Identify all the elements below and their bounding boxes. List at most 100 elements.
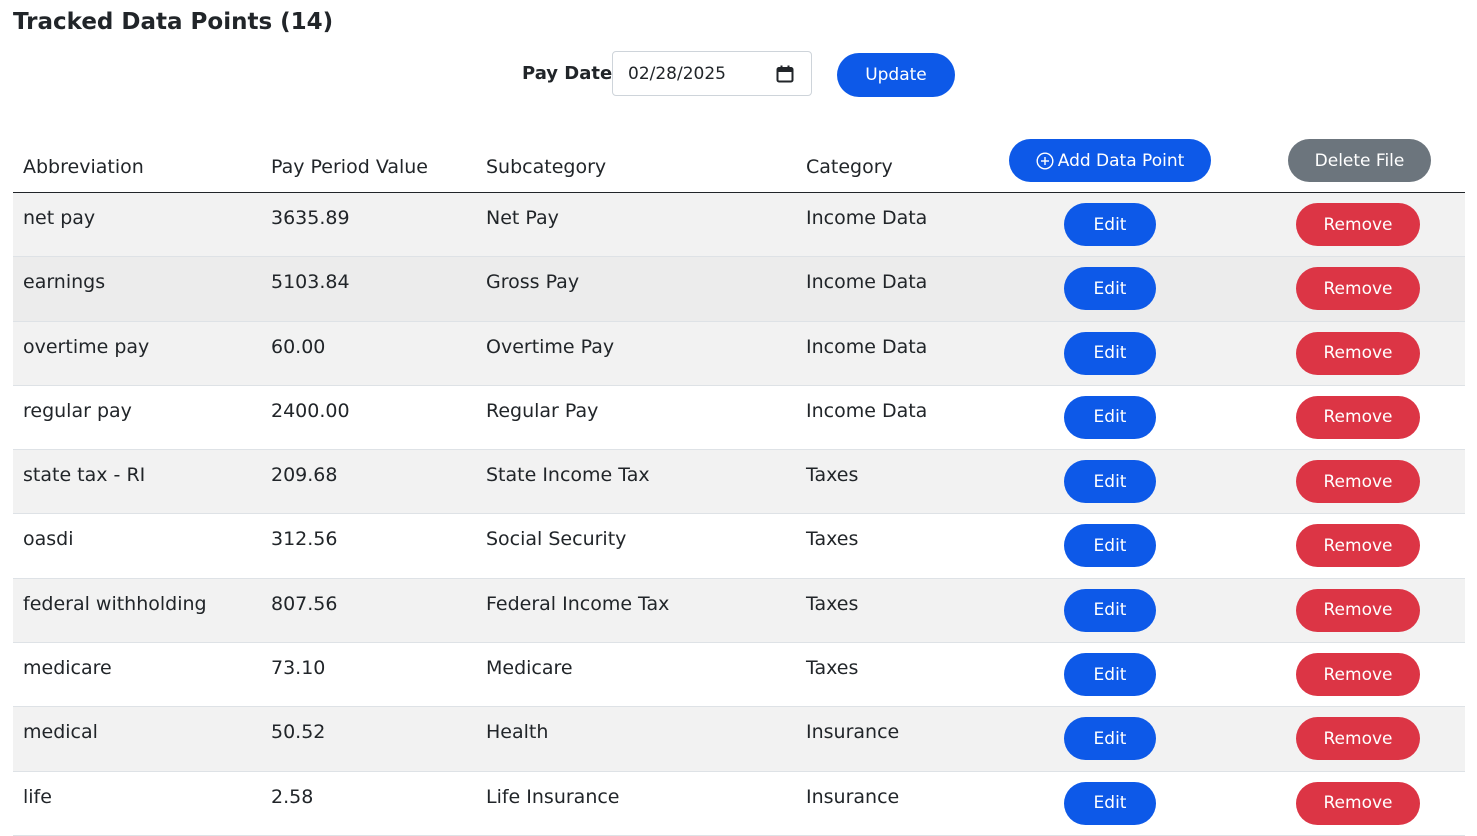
table-row: medicare 73.10 Medicare Taxes Edit Remove xyxy=(13,642,1465,708)
cell-subcategory-text: Social Security xyxy=(486,528,627,551)
cell-pay-period-value: 50.52 xyxy=(261,706,476,772)
delete-file-button[interactable]: Delete File xyxy=(1288,139,1431,182)
cell-subcategory: Overtime Pay xyxy=(476,321,796,386)
cell-subcategory-text: Medicare xyxy=(486,657,573,680)
cell-category: Taxes xyxy=(796,449,999,515)
edit-button[interactable]: Edit xyxy=(1064,653,1156,697)
remove-button[interactable]: Remove xyxy=(1296,653,1420,697)
edit-button[interactable]: Edit xyxy=(1064,717,1156,761)
cell-subcategory: State Income Tax xyxy=(476,449,796,515)
cell-pay-period-value: 73.10 xyxy=(261,642,476,708)
edit-button[interactable]: Edit xyxy=(1064,203,1156,246)
remove-button[interactable]: Remove xyxy=(1296,203,1420,246)
calendar-icon[interactable] xyxy=(776,65,794,83)
column-header-delete: Delete File xyxy=(1226,128,1465,193)
pay-date-label: Pay Date xyxy=(522,63,613,84)
cell-pay-period-value-text: 73.10 xyxy=(271,657,326,680)
page-title: Tracked Data Points (14) xyxy=(13,9,334,35)
cell-subcategory: Regular Pay xyxy=(476,385,796,451)
column-header-category: Category xyxy=(796,128,999,193)
cell-pay-period-value: 312.56 xyxy=(261,513,476,579)
cell-edit: Edit xyxy=(999,578,1226,644)
cell-pay-period-value-text: 807.56 xyxy=(271,592,338,615)
remove-button[interactable]: Remove xyxy=(1296,331,1420,375)
remove-button[interactable]: Remove xyxy=(1296,460,1420,504)
edit-button[interactable]: Edit xyxy=(1064,267,1156,311)
cell-subcategory: Net Pay xyxy=(476,192,796,258)
remove-button[interactable]: Remove xyxy=(1296,524,1420,568)
remove-button[interactable]: Remove xyxy=(1296,717,1420,761)
cell-subcategory-text: Health xyxy=(486,721,549,744)
cell-category: Insurance xyxy=(796,706,999,772)
cell-remove: Remove xyxy=(1226,449,1465,515)
cell-remove: Remove xyxy=(1226,771,1465,836)
pay-date-form: Pay Date 02/28/2025 Update xyxy=(0,51,1477,98)
cell-category-text: Insurance xyxy=(806,785,900,808)
data-points-table: Abbreviation Pay Period Value Subcategor… xyxy=(13,128,1465,836)
table-row: overtime pay 60.00 Overtime Pay Income Data… xyxy=(13,321,1465,386)
table-row: earnings 5103.84 Gross Pay Income Data Edit R… xyxy=(13,256,1465,322)
edit-button[interactable]: Edit xyxy=(1064,395,1156,439)
cell-abbreviation: federal withholding xyxy=(13,578,261,644)
remove-button[interactable]: Remove xyxy=(1296,781,1420,825)
remove-button[interactable]: Remove xyxy=(1296,588,1420,632)
cell-abbreviation-text: regular pay xyxy=(23,399,132,422)
cell-edit: Edit xyxy=(999,256,1226,322)
remove-button[interactable]: Remove xyxy=(1296,395,1420,439)
column-header-pay-period-value: Pay Period Value xyxy=(261,128,476,193)
cell-subcategory: Life Insurance xyxy=(476,771,796,836)
edit-button[interactable]: Edit xyxy=(1064,588,1156,632)
edit-button[interactable]: Edit xyxy=(1064,524,1156,568)
cell-remove: Remove xyxy=(1226,578,1465,644)
cell-category: Income Data xyxy=(796,192,999,258)
cell-category-text: Income Data xyxy=(806,271,928,294)
cell-edit: Edit xyxy=(999,449,1226,515)
cell-abbreviation-text: earnings xyxy=(23,271,106,294)
cell-remove: Remove xyxy=(1226,513,1465,579)
edit-button[interactable]: Edit xyxy=(1064,781,1156,825)
cell-category-text: Taxes xyxy=(806,528,859,551)
cell-abbreviation-text: overtime pay xyxy=(23,335,150,358)
table-row: life 2.58 Life Insurance Insurance Edit Remov… xyxy=(13,771,1465,836)
cell-pay-period-value-text: 5103.84 xyxy=(271,271,350,294)
cell-remove: Remove xyxy=(1226,706,1465,772)
cell-edit: Edit xyxy=(999,771,1226,836)
edit-button[interactable]: Edit xyxy=(1064,331,1156,375)
update-button[interactable]: Update xyxy=(837,53,955,97)
cell-subcategory: Social Security xyxy=(476,513,796,579)
cell-subcategory-text: Net Pay xyxy=(486,207,559,229)
cell-subcategory-text: Federal Income Tax xyxy=(486,592,670,615)
pay-date-input[interactable]: 02/28/2025 xyxy=(612,51,812,96)
column-header-abbreviation: Abbreviation xyxy=(13,128,261,193)
cell-abbreviation: net pay xyxy=(13,192,261,258)
cell-subcategory-text: Regular Pay xyxy=(486,399,599,422)
cell-remove: Remove xyxy=(1226,642,1465,708)
cell-abbreviation-text: medical xyxy=(23,721,98,744)
cell-category: Taxes xyxy=(796,513,999,579)
cell-abbreviation-text: medicare xyxy=(23,657,112,680)
edit-button[interactable]: Edit xyxy=(1064,460,1156,504)
cell-category: Income Data xyxy=(796,256,999,322)
cell-pay-period-value: 807.56 xyxy=(261,578,476,644)
add-data-point-button[interactable]: Add Data Point xyxy=(1009,139,1211,182)
table-row: regular pay 2400.00 Regular Pay Income Data… xyxy=(13,385,1465,451)
table-row: net pay 3635.89 Net Pay Income Data Edit Remo… xyxy=(13,192,1465,258)
plus-circle-icon xyxy=(1036,151,1054,170)
cell-edit: Edit xyxy=(999,642,1226,708)
cell-abbreviation: life xyxy=(13,771,261,836)
cell-pay-period-value-text: 209.68 xyxy=(271,464,338,487)
cell-category: Taxes xyxy=(796,642,999,708)
cell-pay-period-value-text: 60.00 xyxy=(271,335,326,358)
cell-pay-period-value: 2.58 xyxy=(261,771,476,836)
cell-subcategory: Medicare xyxy=(476,642,796,708)
cell-subcategory: Health xyxy=(476,706,796,772)
cell-edit: Edit xyxy=(999,321,1226,386)
cell-subcategory: Gross Pay xyxy=(476,256,796,322)
cell-abbreviation: regular pay xyxy=(13,385,261,451)
cell-category-text: Insurance xyxy=(806,721,900,744)
cell-abbreviation: medicare xyxy=(13,642,261,708)
cell-subcategory-text: State Income Tax xyxy=(486,464,650,487)
add-data-point-label: Add Data Point xyxy=(1057,150,1185,171)
remove-button[interactable]: Remove xyxy=(1296,267,1420,311)
cell-pay-period-value-text: 3635.89 xyxy=(271,207,350,229)
